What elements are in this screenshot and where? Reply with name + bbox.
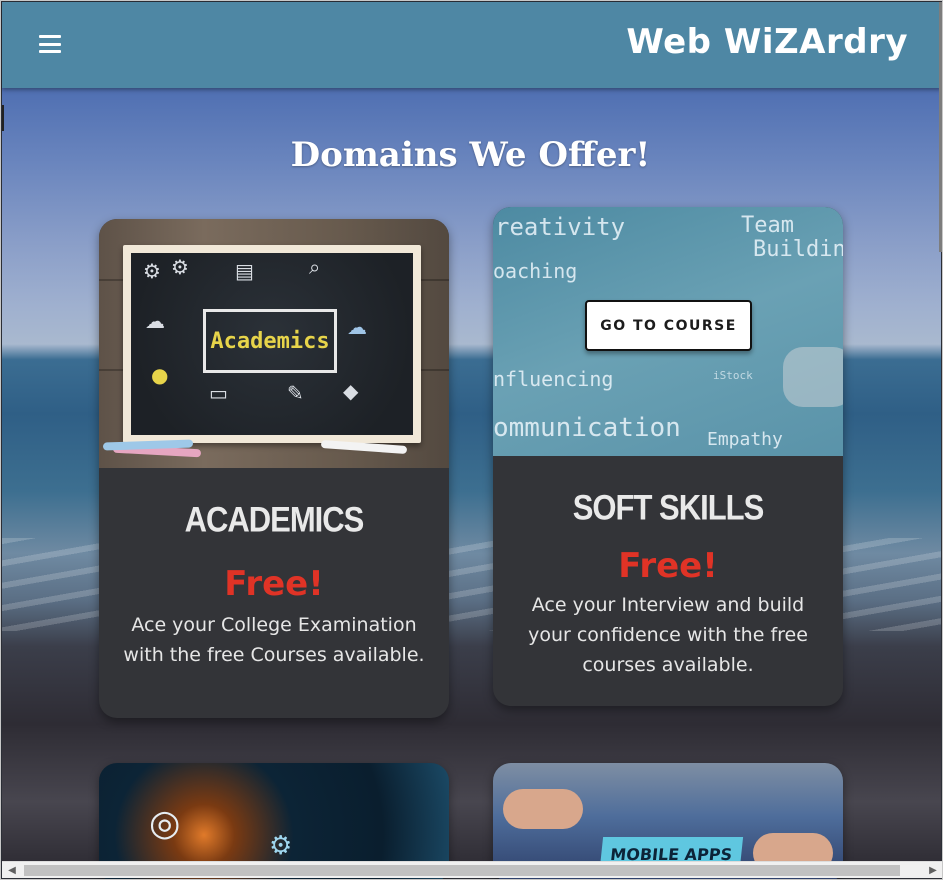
- academics-board-label: Academics: [203, 309, 337, 373]
- mindmap-word: oaching: [493, 259, 578, 283]
- card-description: Ace your College Examination with the fr…: [123, 614, 425, 666]
- course-card-soft-skills[interactable]: reativity Team Building oaching nfluenci…: [493, 207, 843, 706]
- computer-icon: ▭: [209, 381, 228, 405]
- hamburger-menu-icon[interactable]: [39, 35, 61, 53]
- card-title: SOFT SKILLS: [572, 487, 764, 528]
- magnifier-icon: ⌕: [309, 255, 321, 279]
- writing-hand: [783, 347, 843, 407]
- brain-icon: ☁: [145, 309, 165, 333]
- watermark-text: iStock: [713, 369, 753, 382]
- academics-image: ⚙ ⚙ ▤ ⌕ ☁ ☁ ● ▭ ✎ ◆ Academics: [99, 219, 449, 468]
- mindmap-word: Empathy: [707, 429, 783, 450]
- clipboard-icon: ✎: [287, 381, 304, 405]
- brand-title[interactable]: Web WiZArdry: [626, 22, 908, 62]
- top-navbar: Web WiZArdry: [2, 2, 941, 88]
- course-card-academics[interactable]: ⚙ ⚙ ▤ ⌕ ☁ ☁ ● ▭ ✎ ◆ Academics ACADEMICS …: [99, 219, 449, 718]
- browser-viewport: Web WiZArdry Domains We Offer! ⚙ ⚙ ▤ ⌕ ☁…: [0, 0, 943, 880]
- gear-icon: ⚙: [171, 255, 189, 279]
- mindmap-word: ommunication: [493, 413, 681, 443]
- cloud-upload-icon: ☁: [347, 315, 367, 339]
- soft-skills-image: reativity Team Building oaching nfluenci…: [493, 207, 843, 456]
- mindmap-word: nfluencing: [493, 367, 614, 391]
- chalkboard: ⚙ ⚙ ▤ ⌕ ☁ ☁ ● ▭ ✎ ◆ Academics: [123, 245, 421, 443]
- mindmap-word: Team: [741, 213, 794, 238]
- book-icon: ▤: [235, 259, 254, 283]
- mindmap-word: reativity: [495, 213, 626, 241]
- scroll-left-icon[interactable]: ◀: [5, 864, 19, 877]
- graduation-cap-icon: ◆: [343, 379, 359, 403]
- lightbulb-icon: ●: [151, 363, 169, 387]
- section-title: Domains We Offer!: [290, 135, 651, 175]
- gear-icon: ⚙: [269, 831, 293, 861]
- horizontal-scroll-thumb[interactable]: [24, 865, 900, 876]
- technology-globe-icon: ◎: [149, 803, 181, 844]
- card-price: Free!: [618, 546, 718, 586]
- card-price: Free!: [224, 564, 324, 604]
- vertical-scrollbar[interactable]: [939, 2, 942, 252]
- card-description: Ace your Interview and build your confid…: [528, 594, 808, 676]
- go-to-course-button[interactable]: GO TO COURSE: [585, 300, 752, 351]
- text-cursor: [2, 105, 4, 131]
- horizontal-scrollbar[interactable]: ◀ ▶: [2, 861, 942, 878]
- gear-icon: ⚙: [143, 259, 161, 283]
- hand-left: [503, 789, 583, 829]
- scroll-right-icon[interactable]: ▶: [926, 864, 940, 877]
- card-title: ACADEMICS: [184, 499, 365, 540]
- mindmap-word: Building: [753, 237, 843, 262]
